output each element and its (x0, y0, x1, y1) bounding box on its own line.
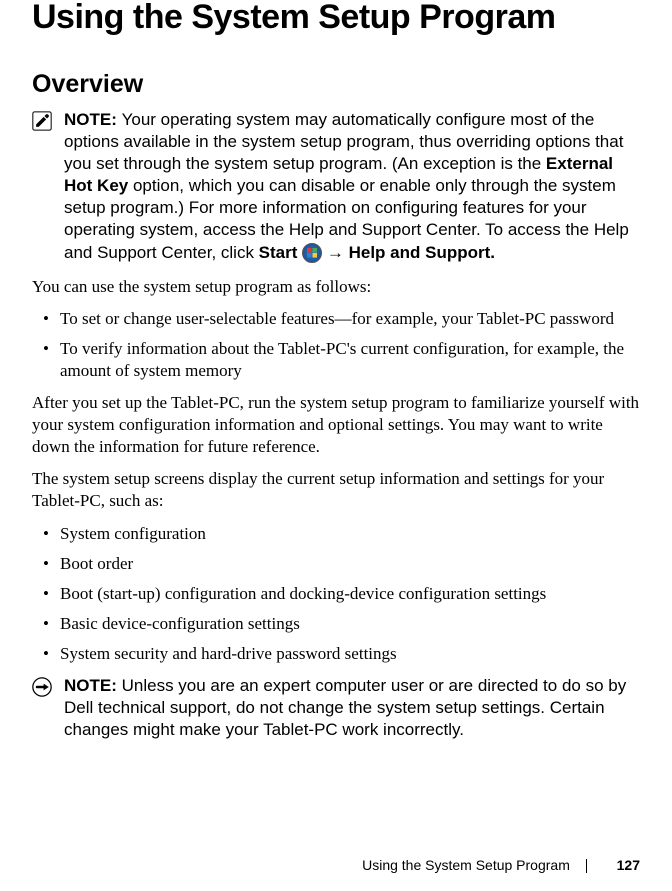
screens-list: •System configuration •Boot order •Boot … (32, 523, 640, 665)
bullet-icon: • (32, 613, 60, 635)
overview-heading: Overview (32, 70, 640, 99)
bullet-icon: • (32, 553, 60, 575)
note-text: NOTE: Unless you are an expert computer … (64, 675, 640, 741)
page-number: 127 (617, 857, 640, 873)
list-item: •Boot (start-up) configuration and docki… (32, 583, 640, 605)
screens-intro-text: The system setup screens display the cur… (32, 468, 640, 512)
bullet-icon: • (32, 643, 60, 665)
bullet-icon: • (32, 338, 60, 382)
note-block-info: NOTE: Your operating system may automati… (32, 109, 640, 264)
bullet-icon: • (32, 523, 60, 545)
page-footer: Using the System Setup Program 127 (362, 857, 640, 873)
note-label: NOTE: (64, 110, 122, 129)
intro-text: You can use the system setup program as … (32, 276, 640, 298)
list-item-text: System security and hard-drive password … (60, 643, 640, 665)
note-block-caution: NOTE: Unless you are an expert computer … (32, 675, 640, 741)
uses-list: •To set or change user-selectable featur… (32, 308, 640, 382)
note-part1: Your operating system may automatically … (64, 110, 623, 173)
bullet-icon: • (32, 308, 60, 330)
list-item-text: To verify information about the Tablet-P… (60, 338, 640, 382)
arrow-icon: → (322, 243, 348, 262)
list-item-text: To set or change user-selectable feature… (60, 308, 640, 330)
page-title: Using the System Setup Program (32, 0, 640, 34)
windows-logo-icon (302, 243, 322, 263)
list-item: •To verify information about the Tablet-… (32, 338, 640, 382)
note-label: NOTE: (64, 676, 122, 695)
note-icon (32, 111, 56, 131)
start-bold: Start (259, 243, 298, 262)
list-item: •To set or change user-selectable featur… (32, 308, 640, 330)
list-item-text: System configuration (60, 523, 640, 545)
footer-section: Using the System Setup Program (362, 857, 570, 873)
list-item-text: Boot order (60, 553, 640, 575)
list-item-text: Basic device-configuration settings (60, 613, 640, 635)
caution-icon (32, 677, 56, 697)
list-item: •System configuration (32, 523, 640, 545)
footer-separator (586, 859, 587, 873)
list-item-text: Boot (start-up) configuration and dockin… (60, 583, 640, 605)
after-setup-text: After you set up the Tablet-PC, run the … (32, 392, 640, 458)
note-text: NOTE: Your operating system may automati… (64, 109, 640, 264)
list-item: •Basic device-configuration settings (32, 613, 640, 635)
list-item: •System security and hard-drive password… (32, 643, 640, 665)
note2-text: Unless you are an expert computer user o… (64, 676, 626, 739)
list-item: •Boot order (32, 553, 640, 575)
bullet-icon: • (32, 583, 60, 605)
help-support-bold: Help and Support. (349, 243, 495, 262)
